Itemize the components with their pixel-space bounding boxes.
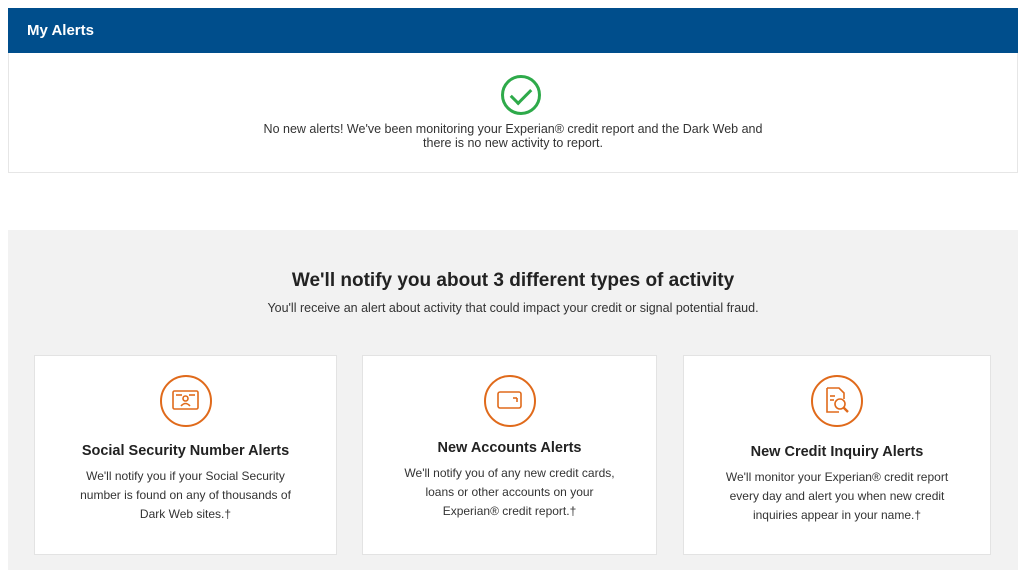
card-description-line: Dark Web sites.† xyxy=(139,507,232,521)
alerts-header: My Alerts xyxy=(8,8,1018,53)
no-alerts-message: No new alerts! We've been monitoring you… xyxy=(9,122,1017,150)
card-description: We'll monitor your Experian® credit repo… xyxy=(684,468,990,525)
card-description-line: Experian® credit report.† xyxy=(442,504,577,518)
card-description-line: number is found on any of thousands of xyxy=(80,488,291,502)
no-alerts-message-line: No new alerts! We've been monitoring you… xyxy=(263,122,763,136)
card-description-line: We'll notify you of any new credit cards… xyxy=(404,466,615,480)
card-description: We'll notify you if your Social Security… xyxy=(35,467,336,524)
alerts-title: My Alerts xyxy=(27,22,94,39)
new-accounts-card: New Accounts Alerts We'll notify you of … xyxy=(362,355,657,555)
card-description-line: loans or other accounts on your xyxy=(425,485,594,499)
credit-card-icon xyxy=(484,375,536,427)
alerts-panel: No new alerts! We've been monitoring you… xyxy=(8,53,1018,173)
card-description-line: We'll monitor your Experian® credit repo… xyxy=(725,470,949,484)
document-search-icon xyxy=(811,375,863,427)
card-title: New Credit Inquiry Alerts xyxy=(750,444,924,460)
card-title: New Accounts Alerts xyxy=(437,440,582,456)
activity-types-section: We'll notify you about 3 different types… xyxy=(8,230,1018,570)
card-description-line: We'll notify you if your Social Security xyxy=(86,469,285,483)
no-alerts-message-line: there is no new activity to report. xyxy=(423,136,603,150)
activity-subtitle: You'll receive an alert about activity t… xyxy=(267,301,759,315)
ssn-alerts-card: Social Security Number Alerts We'll noti… xyxy=(34,355,337,555)
credit-inquiry-card: New Credit Inquiry Alerts We'll monitor … xyxy=(683,355,991,555)
card-description-line: inquiries appear in your name.† xyxy=(752,508,922,522)
card-description-line: every day and alert you when new credit xyxy=(729,489,945,503)
activity-title: We'll notify you about 3 different types… xyxy=(291,270,735,291)
id-card-icon xyxy=(160,375,212,427)
check-circle-icon xyxy=(501,75,541,115)
card-description: We'll notify you of any new credit cards… xyxy=(363,464,656,521)
card-title: Social Security Number Alerts xyxy=(81,443,290,459)
